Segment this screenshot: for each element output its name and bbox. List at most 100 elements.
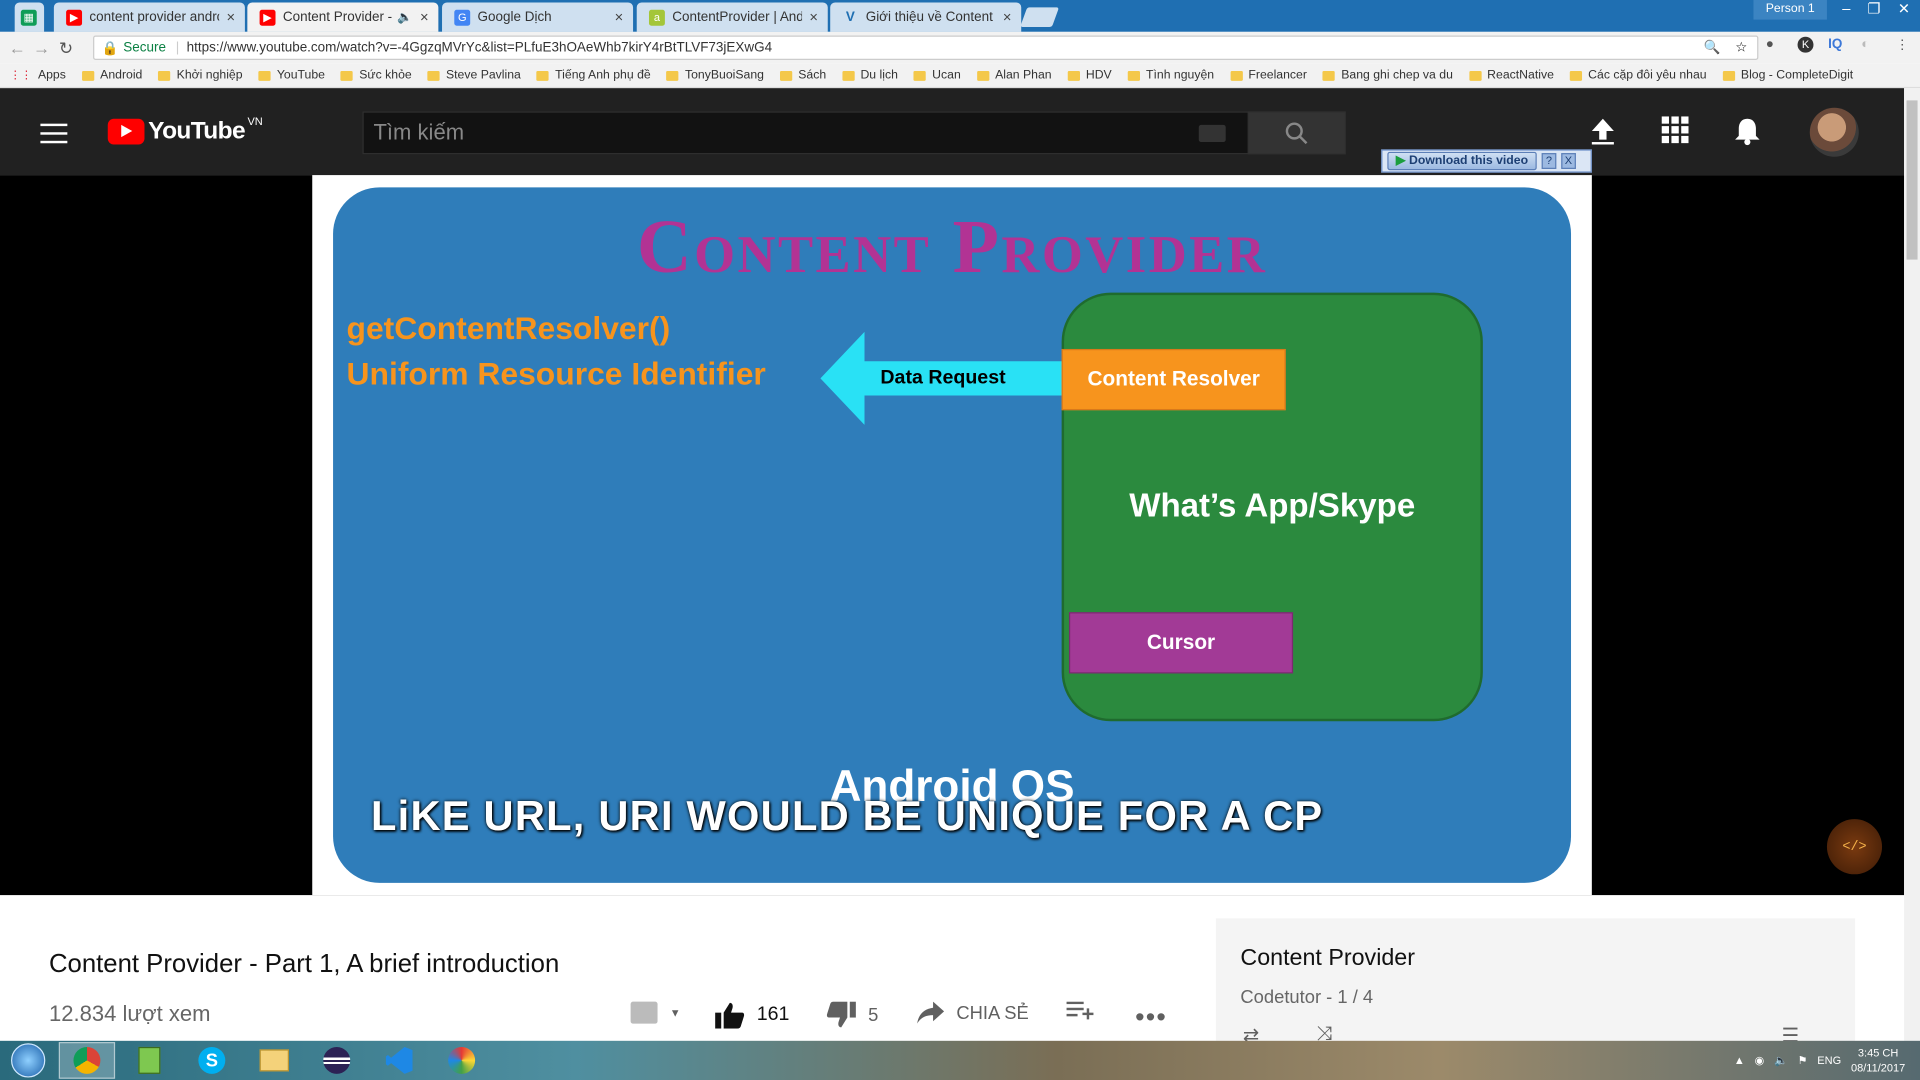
save-to-playlist-button[interactable] <box>1066 1001 1094 1022</box>
bookmark-item[interactable]: Tình nguyện <box>1127 68 1215 83</box>
apps-grid-icon[interactable] <box>1661 116 1689 152</box>
bookmark-apps[interactable]: ⋮⋮ Apps <box>10 69 66 82</box>
more-actions-icon[interactable]: ••• <box>1135 1002 1167 1034</box>
bookmark-item[interactable]: Freelancer <box>1230 69 1307 82</box>
profile-button[interactable]: Person 1 <box>1753 0 1827 20</box>
folder-icon <box>666 70 679 81</box>
close-icon[interactable]: × <box>809 9 818 26</box>
download-video-button[interactable]: ▶ Download this video <box>1387 151 1537 171</box>
extension-iq-icon[interactable]: IQ <box>1828 37 1842 52</box>
tab-content-provider[interactable]: ▶ Content Provider - Pa 🔈 × <box>247 2 439 32</box>
tab-intro-content-provider[interactable]: V Giới thiệu về Content Pro × <box>830 2 1022 32</box>
tab-search-results[interactable]: ▶ content provider androic × <box>53 2 245 32</box>
close-icon[interactable]: × <box>420 9 429 26</box>
bookmark-item[interactable]: Khởi nghiệp <box>158 69 243 82</box>
bookmark-item[interactable]: Sách <box>779 69 826 82</box>
tab-android-docs[interactable]: a ContentProvider | Andro × <box>636 2 828 32</box>
clock[interactable]: 3:45 CH 08/11/2017 <box>1851 1046 1905 1075</box>
close-icon[interactable]: × <box>1003 9 1012 26</box>
star-icon[interactable]: ☆ <box>1735 39 1747 55</box>
android-icon: a <box>648 9 665 26</box>
reload-icon[interactable]: ↻ <box>54 37 78 58</box>
playlist-title[interactable]: Content Provider <box>1240 945 1415 972</box>
bookmark-label: Tình nguyện <box>1146 68 1215 83</box>
bookmark-item[interactable]: Android <box>81 68 143 83</box>
page-scrollbar[interactable] <box>1904 88 1920 1041</box>
close-icon[interactable]: × <box>227 9 236 26</box>
tab-label: content provider androic <box>89 9 219 25</box>
chevron-down-icon[interactable]: ▼ <box>670 1007 681 1019</box>
start-button[interactable] <box>0 1042 56 1079</box>
search-button[interactable] <box>1247 111 1346 155</box>
language-indicator[interactable]: ENG <box>1817 1054 1841 1066</box>
close-button[interactable]: X <box>1561 153 1576 169</box>
bookmark-item[interactable]: Steve Pavlina <box>427 69 521 82</box>
extension-icon[interactable]: ● <box>1766 37 1774 52</box>
bookmark-item[interactable]: Bang ghi chep va du <box>1322 69 1453 82</box>
minimize-icon[interactable]: – <box>1842 0 1850 17</box>
upload-icon[interactable] <box>1589 116 1616 154</box>
bookmark-item[interactable]: YouTube <box>258 68 325 83</box>
tab-google-translate[interactable]: G Google Dịch × <box>442 2 634 32</box>
playlist-add-icon[interactable] <box>630 1001 658 1024</box>
search-input[interactable]: Tìm kiếm <box>362 111 1249 155</box>
bookmark-item[interactable]: Blog - CompleteDigit <box>1722 69 1853 82</box>
bookmark-label: Tiếng Anh phụ đề <box>555 68 651 83</box>
bookmark-item[interactable]: HDV <box>1067 68 1112 83</box>
close-icon[interactable]: × <box>615 9 624 26</box>
bookmark-item[interactable]: Du lịch <box>842 69 898 82</box>
channel-watermark[interactable]: </> <box>1826 819 1883 875</box>
keyboard-icon[interactable] <box>1198 124 1226 143</box>
bookmark-item[interactable]: Ucan <box>913 69 961 82</box>
bookmark-item[interactable]: ReactNative <box>1468 69 1554 82</box>
show-hidden-icons[interactable]: ▲ <box>1734 1054 1745 1066</box>
back-icon[interactable]: ← <box>5 38 29 58</box>
notifications-icon[interactable] <box>1734 116 1761 154</box>
bookmark-label: Du lịch <box>860 68 898 83</box>
bookmark-label: Android <box>100 68 143 83</box>
youtube-icon: ▶ <box>66 9 83 26</box>
taskbar-explorer[interactable] <box>246 1042 302 1079</box>
volume-icon[interactable]: 🔈 <box>1774 1054 1788 1067</box>
network-icon[interactable]: ◉ <box>1755 1054 1765 1067</box>
extension-grey-icon[interactable]: ◐ <box>1861 37 1869 52</box>
taskbar-notepad[interactable] <box>121 1042 177 1079</box>
taskbar-vscode[interactable] <box>371 1042 427 1079</box>
restore-icon[interactable]: ❐ <box>1868 0 1881 17</box>
window-controls: – ❐ ✕ <box>1842 0 1910 17</box>
dislike-count: 5 <box>868 1004 879 1026</box>
zoom-icon[interactable]: 🔍 <box>1704 39 1721 55</box>
bookmark-label: HDV <box>1085 68 1112 83</box>
tab-sheets[interactable]: ▦ <box>14 2 45 32</box>
forward-icon[interactable]: → <box>29 38 53 58</box>
help-button[interactable]: ? <box>1541 153 1557 169</box>
close-window-icon[interactable]: ✕ <box>1898 0 1910 17</box>
notepad-icon <box>138 1046 161 1074</box>
bookmark-item[interactable]: Sức khỏe <box>340 69 412 82</box>
like-button[interactable]: 161 <box>715 1002 789 1029</box>
bookmark-label: YouTube <box>276 68 325 83</box>
bookmark-item[interactable]: Tiếng Anh phụ đề <box>536 68 651 83</box>
bookmark-item[interactable]: Alan Phan <box>976 69 1052 82</box>
taskbar-chrome[interactable] <box>58 1042 116 1079</box>
address-bar[interactable]: 🔒 Secure | https://www.youtube.com/watch… <box>93 35 1759 61</box>
new-tab-button[interactable] <box>1020 7 1060 27</box>
bookmark-item[interactable]: Các cặp đôi yêu nhau <box>1569 69 1707 82</box>
extension-k-icon[interactable]: K <box>1797 36 1814 53</box>
youtube-logo[interactable]: YouTube VN <box>107 114 263 146</box>
taskbar-skype[interactable]: S <box>184 1042 240 1079</box>
folder-icon <box>259 1049 289 1072</box>
taskbar-eclipse[interactable] <box>309 1042 365 1079</box>
flag-icon[interactable]: ⚑ <box>1798 1054 1808 1067</box>
add-to-icon-group[interactable]: ▼ <box>630 1001 681 1024</box>
dislike-button[interactable]: 5 <box>826 1001 879 1029</box>
share-button[interactable]: CHIA SẺ <box>917 1001 1029 1024</box>
menu-icon[interactable]: ⋮ <box>1896 37 1909 53</box>
video-player[interactable]: Content Provider getContentResolver() Un… <box>0 175 1905 896</box>
avatar[interactable] <box>1809 107 1859 157</box>
hamburger-icon[interactable] <box>40 123 68 150</box>
download-label: Download this video <box>1409 154 1529 168</box>
bookmark-item[interactable]: TonyBuoiSang <box>666 69 764 82</box>
scrollbar-thumb[interactable] <box>1906 100 1918 260</box>
taskbar-paint[interactable] <box>433 1042 489 1079</box>
